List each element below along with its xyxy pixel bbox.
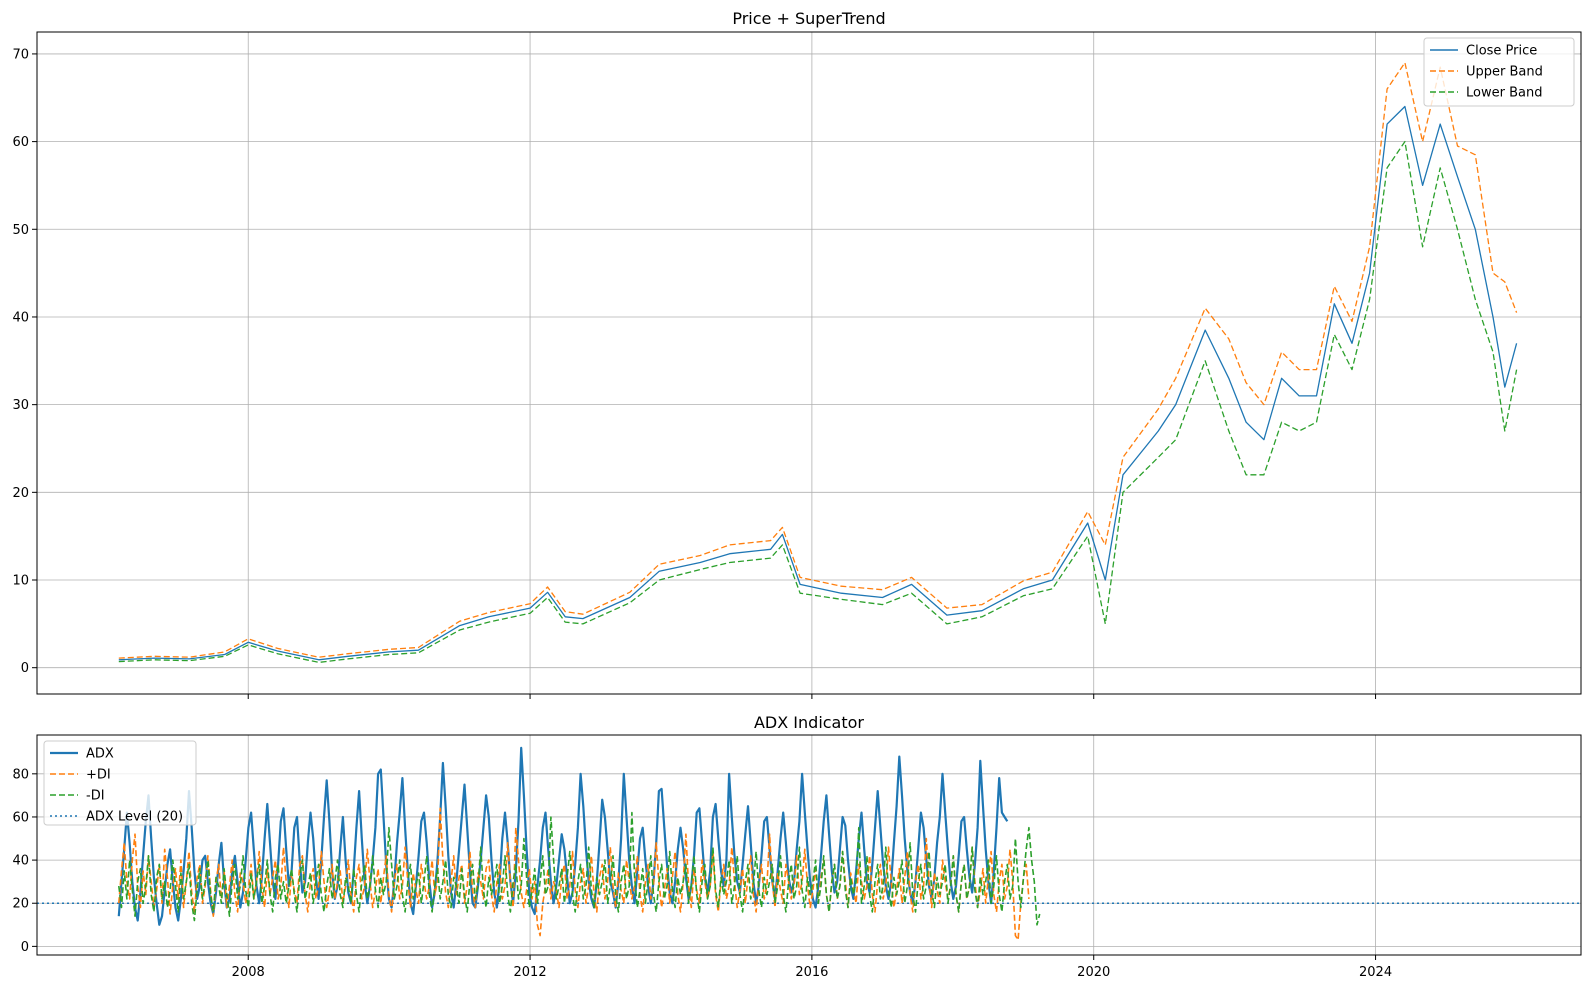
y-tick-label: 40 xyxy=(12,310,29,325)
x-tick-label: 2008 xyxy=(232,965,265,980)
legend-label-lower-band: Lower Band xyxy=(1466,86,1542,101)
price-chart-x-ticks xyxy=(247,694,1377,699)
y-tick-label: 30 xyxy=(12,398,29,413)
legend-label-di: -DI xyxy=(86,789,105,804)
price-supertrend-panel: Price + SuperTrend 0 10 20 30 40 50 60 70 Close… xyxy=(12,9,1582,699)
y-tick-label: 60 xyxy=(12,135,29,150)
adx-chart-y-ticks: 0 20 40 60 80 xyxy=(12,767,37,955)
adx-indicator-panel: ADX Indicator 0 20 40 60 80 2008 2012 2016 2020… xyxy=(12,713,1582,980)
adx-chart-x-ticks: 2008 2012 2016 2020 2024 xyxy=(232,955,1392,980)
y-tick-label: 0 xyxy=(21,661,29,676)
legend-label-di: +DI xyxy=(86,768,111,783)
price-chart-legend: Close Price Upper Band Lower Band xyxy=(1423,37,1575,107)
x-tick-label: 2020 xyxy=(1077,965,1110,980)
series-line-upper-band xyxy=(118,62,1518,659)
price-chart-y-ticks: 0 10 20 30 40 50 60 70 xyxy=(12,47,37,676)
series-line-close-price xyxy=(118,105,1518,661)
legend-label-adx-level-20: ADX Level (20) xyxy=(86,810,183,825)
y-tick-label: 80 xyxy=(12,767,29,782)
y-tick-label: 70 xyxy=(12,47,29,62)
y-tick-label: 0 xyxy=(21,940,29,955)
y-tick-label: 20 xyxy=(12,897,29,912)
y-tick-label: 60 xyxy=(12,810,29,825)
adx-chart-title: ADX Indicator xyxy=(754,713,864,732)
y-tick-label: 20 xyxy=(12,486,29,501)
chart-figure: Price + SuperTrend 0 10 20 30 40 50 60 70 Close… xyxy=(12,9,1582,980)
price-chart-series xyxy=(118,62,1518,664)
adx-chart-legend: ADX +DI -DI ADX Level (20) xyxy=(43,740,197,826)
adx-chart-frame xyxy=(36,734,1582,956)
adx-chart-grid xyxy=(37,735,1581,955)
legend-label-close-price: Close Price xyxy=(1466,44,1537,59)
x-tick-label: 2012 xyxy=(514,965,547,980)
legend-label-adx: ADX xyxy=(86,747,114,762)
y-tick-label: 40 xyxy=(12,854,29,869)
x-tick-label: 2024 xyxy=(1359,965,1392,980)
x-tick-label: 2016 xyxy=(795,965,828,980)
price-chart-title: Price + SuperTrend xyxy=(732,9,885,28)
adx-chart-series xyxy=(37,746,1581,941)
series-line-lower-band xyxy=(118,140,1518,664)
series-line-adx xyxy=(117,746,1009,926)
legend-label-upper-band: Upper Band xyxy=(1466,65,1543,80)
y-tick-label: 10 xyxy=(12,574,29,589)
y-tick-label: 50 xyxy=(12,223,29,238)
